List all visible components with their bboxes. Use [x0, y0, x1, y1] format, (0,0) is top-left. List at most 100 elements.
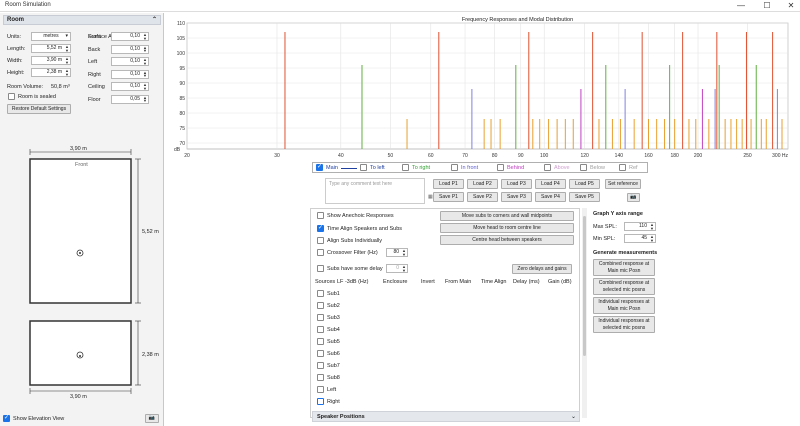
room-sealed-checkbox[interactable] [8, 93, 15, 100]
time-align-checkbox[interactable]: ✓ [317, 225, 324, 232]
move-head-button[interactable]: Move head to room centre line [440, 223, 574, 233]
save-preset-button[interactable]: Save P5 [569, 192, 600, 202]
height-input[interactable]: 2,38 m ▲ ▼ [31, 68, 71, 77]
maximize-button[interactable]: ☐ [759, 0, 775, 12]
room-plan-view[interactable] [0, 143, 164, 413]
spinner-icon[interactable]: ▲ ▼ [143, 33, 147, 41]
legend-checkbox[interactable] [451, 164, 458, 171]
spinner-icon[interactable]: ▲ ▼ [143, 45, 147, 53]
scrollbar-thumb[interactable] [583, 216, 586, 356]
load-preset-button[interactable]: Load P1 [433, 179, 464, 189]
save-preset-button[interactable]: Save P1 [433, 192, 464, 202]
spinner-icon[interactable]: ▲ ▼ [143, 70, 147, 78]
units-select[interactable]: metres ▾ [31, 32, 71, 41]
show-elevation-checkbox[interactable]: ✓ [3, 415, 10, 422]
collapse-icon[interactable]: ⌃ [152, 16, 157, 23]
surface-absorption-input[interactable]: 0,10 ▲ ▼ [111, 82, 149, 91]
generate-measurement-button[interactable]: Individual responses at selected mic pos… [593, 316, 655, 333]
legend-checkbox[interactable] [402, 164, 409, 171]
spinner-icon[interactable]: ▲ ▼ [65, 57, 69, 65]
move-subs-button[interactable]: Move subs to corners and wall midpoints [440, 211, 574, 221]
legend-checkbox[interactable] [544, 164, 551, 171]
spinner-icon[interactable]: ▲ ▼ [402, 249, 406, 257]
scrollbar[interactable] [582, 208, 587, 418]
camera-icon[interactable]: 📷 [627, 193, 640, 202]
x-tick-label: 90 [518, 153, 524, 159]
generate-measurement-button[interactable]: Combined response at Main mic Posn [593, 259, 655, 276]
length-label: Length: [7, 46, 26, 52]
show-anechoic-checkbox[interactable] [317, 212, 324, 219]
comment-input[interactable]: Type any comment text here [325, 178, 425, 204]
generate-measurement-button[interactable]: Combined response at selected mic posns [593, 278, 655, 295]
room-header[interactable]: Room ⌃ [3, 15, 161, 25]
align-subs-checkbox[interactable] [317, 237, 324, 244]
spinner-icon[interactable]: ▲ ▼ [143, 58, 147, 66]
source-checkbox[interactable] [317, 302, 324, 309]
x-tick-label: 120 [580, 153, 589, 159]
source-checkbox[interactable] [317, 290, 324, 297]
crossover-input[interactable]: 80 ▲ ▼ [386, 248, 408, 257]
x-tick-label: 80 [492, 153, 498, 159]
show-anechoic-label: Show Anechoic Responses [327, 213, 394, 219]
load-preset-button[interactable]: Load P4 [535, 179, 566, 189]
load-preset-button[interactable]: Load P3 [501, 179, 532, 189]
source-checkbox[interactable] [317, 386, 324, 393]
spinner-icon[interactable]: ▲ ▼ [65, 45, 69, 53]
units-label: Units: [7, 34, 22, 40]
plan-top-dimension: 3,90 m [70, 146, 87, 152]
source-checkbox[interactable] [317, 326, 324, 333]
surface-absorption-input[interactable]: 0,10 ▲ ▼ [111, 69, 149, 79]
legend-checkbox[interactable] [619, 164, 626, 171]
legend-checkbox[interactable] [360, 164, 367, 171]
elev-side-dimension: 2,38 m [142, 352, 159, 358]
close-button[interactable]: ✕ [783, 0, 799, 12]
surface-absorption-input[interactable]: 0,05 ▲ ▼ [111, 94, 149, 104]
surface-absorption-input[interactable]: 0,10 ▲ ▼ [111, 32, 149, 41]
spinner-icon[interactable]: ▲ ▼ [65, 69, 69, 77]
expand-icon[interactable]: ⌄ [571, 413, 576, 420]
save-preset-button[interactable]: Save P2 [467, 192, 498, 202]
length-input[interactable]: 5,52 m ▲ ▼ [31, 44, 71, 53]
spinner-icon[interactable]: ▲ ▼ [143, 83, 147, 91]
minimize-button[interactable]: — [733, 0, 749, 12]
zero-delays-button[interactable]: Zero delays and gains [512, 264, 572, 274]
source-checkbox[interactable] [317, 338, 324, 345]
load-preset-button[interactable]: Load P5 [569, 179, 600, 189]
width-input[interactable]: 3,90 m ▲ ▼ [31, 56, 71, 65]
spinner-icon[interactable]: ▲ ▼ [143, 95, 147, 103]
source-label: Right [327, 399, 340, 405]
camera-icon[interactable]: 📷 [145, 414, 159, 423]
source-checkbox[interactable] [317, 350, 324, 357]
source-checkbox[interactable] [317, 362, 324, 369]
source-label: Sub1 [327, 291, 340, 297]
window-title: Room Simulation [5, 2, 51, 8]
restore-defaults-button[interactable]: Restore Default Settings [7, 104, 71, 114]
x-tick-label: 160 [644, 153, 653, 159]
source-label: Sub4 [327, 327, 340, 333]
centre-head-button[interactable]: Centre head between speakers [440, 235, 574, 245]
save-preset-button[interactable]: Save P4 [535, 192, 566, 202]
crossover-checkbox[interactable] [317, 249, 324, 256]
load-preset-button[interactable]: Load P2 [467, 179, 498, 189]
time-align-label: Time Align Speakers and Subs [327, 226, 403, 232]
subs-delay-input[interactable]: 0 ▲ ▼ [386, 264, 408, 273]
source-checkbox[interactable] [317, 314, 324, 321]
spinner-icon[interactable]: ▲ ▼ [650, 235, 654, 243]
spinner-icon[interactable]: ▲ ▼ [402, 265, 406, 273]
legend-checkbox[interactable]: ✓ [316, 164, 323, 171]
save-preset-button[interactable]: Save P3 [501, 192, 532, 202]
spinner-icon[interactable]: ▲ ▼ [650, 223, 654, 231]
speaker-positions-header[interactable]: Speaker Positions ⌄ [312, 411, 580, 422]
generate-measurement-button[interactable]: Individual responses at Main mic Posn [593, 297, 655, 314]
set-reference-button[interactable]: Set reference [605, 179, 641, 189]
legend-checkbox[interactable] [497, 164, 504, 171]
source-label: Sub5 [327, 339, 340, 345]
legend-checkbox[interactable] [580, 164, 587, 171]
source-checkbox[interactable] [317, 398, 324, 405]
max-spl-input[interactable]: 110 ▲ ▼ [624, 222, 656, 231]
surface-absorption-input[interactable]: 0,10 ▲ ▼ [111, 44, 149, 54]
source-checkbox[interactable] [317, 374, 324, 381]
min-spl-input[interactable]: 45 ▲ ▼ [624, 234, 656, 243]
subs-delay-checkbox[interactable] [317, 265, 324, 272]
surface-absorption-input[interactable]: 0,10 ▲ ▼ [111, 57, 149, 66]
